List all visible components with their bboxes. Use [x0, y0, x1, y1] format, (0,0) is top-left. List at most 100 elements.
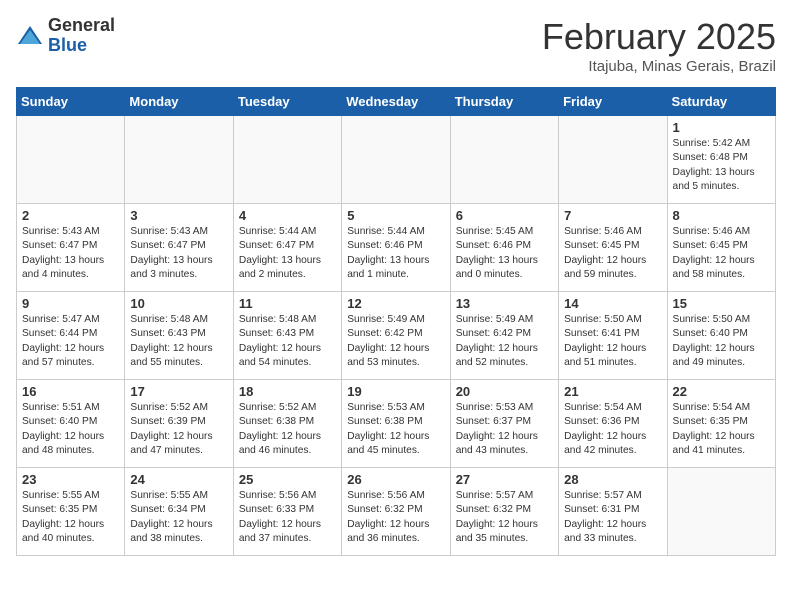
- calendar-cell: 21 Sunrise: 5:54 AM Sunset: 6:36 PM Dayli…: [559, 380, 667, 468]
- day-number: 24: [130, 472, 227, 487]
- calendar-cell: 9Sunrise: 5:47 AM Sunset: 6:44 PM Daylig…: [17, 292, 125, 380]
- calendar-cell: 23Sunrise: 5:55 AM Sunset: 6:35 PM Dayli…: [17, 468, 125, 556]
- day-info: Sunrise: 5:54 AM Sunset: 6:36 PM Dayligh…: [564, 401, 661, 458]
- calendar-week-4: 16 Sunrise: 5:51 AM Sunset: 6:40 PM Dayli…: [17, 380, 776, 468]
- day-info: Sunrise: 5:52 AM Sunset: 6:38 PM Dayligh…: [239, 401, 336, 458]
- calendar-cell: 11 Sunrise: 5:48 AM Sunset: 6:43 PM Dayli…: [233, 292, 341, 380]
- calendar-header-saturday: Saturday: [667, 88, 775, 116]
- calendar-cell: 5 Sunrise: 5:44 AM Sunset: 6:46 PM Daylig…: [342, 204, 450, 292]
- calendar-cell: 6Sunrise: 5:45 AM Sunset: 6:46 PM Daylig…: [450, 204, 558, 292]
- day-info: Sunrise: 5:56 AM Sunset: 6:33 PM Dayligh…: [239, 489, 336, 546]
- calendar-cell: 22 Sunrise: 5:54 AM Sunset: 6:35 PM Dayli…: [667, 380, 775, 468]
- calendar-cell: [667, 468, 775, 556]
- page-header: General Blue February 2025 Itajuba, Mina…: [16, 16, 776, 75]
- day-info: Sunrise: 5:46 AM Sunset: 6:45 PM Dayligh…: [564, 225, 661, 282]
- month-title: February 2025: [542, 16, 776, 58]
- calendar-cell: 26 Sunrise: 5:56 AM Sunset: 6:32 PM Dayli…: [342, 468, 450, 556]
- calendar-cell: 8Sunrise: 5:46 AM Sunset: 6:45 PM Daylig…: [667, 204, 775, 292]
- calendar-cell: 16 Sunrise: 5:51 AM Sunset: 6:40 PM Dayli…: [17, 380, 125, 468]
- logo: General Blue: [16, 16, 115, 56]
- day-number: 28: [564, 472, 661, 487]
- calendar-cell: [450, 116, 558, 204]
- calendar-cell: 1 Sunrise: 5:42 AM Sunset: 6:48 PM Daylig…: [667, 116, 775, 204]
- day-number: 13: [456, 296, 553, 311]
- calendar-header-tuesday: Tuesday: [233, 88, 341, 116]
- day-number: 27: [456, 472, 553, 487]
- day-number: 14: [564, 296, 661, 311]
- day-info: Sunrise: 5:51 AM Sunset: 6:40 PM Dayligh…: [22, 401, 119, 458]
- day-info: Sunrise: 5:54 AM Sunset: 6:35 PM Dayligh…: [673, 401, 770, 458]
- day-info: Sunrise: 5:45 AM Sunset: 6:46 PM Dayligh…: [456, 225, 553, 282]
- day-info: Sunrise: 5:55 AM Sunset: 6:34 PM Dayligh…: [130, 489, 227, 546]
- day-info: Sunrise: 5:53 AM Sunset: 6:37 PM Dayligh…: [456, 401, 553, 458]
- day-info: Sunrise: 5:46 AM Sunset: 6:45 PM Dayligh…: [673, 225, 770, 282]
- calendar-cell: [17, 116, 125, 204]
- day-info: Sunrise: 5:42 AM Sunset: 6:48 PM Dayligh…: [673, 137, 770, 194]
- day-number: 4: [239, 208, 336, 223]
- day-number: 20: [456, 384, 553, 399]
- calendar-week-3: 9Sunrise: 5:47 AM Sunset: 6:44 PM Daylig…: [17, 292, 776, 380]
- day-info: Sunrise: 5:52 AM Sunset: 6:39 PM Dayligh…: [130, 401, 227, 458]
- calendar-cell: 4 Sunrise: 5:44 AM Sunset: 6:47 PM Daylig…: [233, 204, 341, 292]
- day-number: 5: [347, 208, 444, 223]
- calendar-table: SundayMondayTuesdayWednesdayThursdayFrid…: [16, 87, 776, 556]
- calendar-header-friday: Friday: [559, 88, 667, 116]
- day-info: Sunrise: 5:57 AM Sunset: 6:31 PM Dayligh…: [564, 489, 661, 546]
- day-number: 1: [673, 120, 770, 135]
- day-number: 26: [347, 472, 444, 487]
- calendar-cell: 28 Sunrise: 5:57 AM Sunset: 6:31 PM Dayli…: [559, 468, 667, 556]
- calendar-cell: [342, 116, 450, 204]
- calendar-cell: 18 Sunrise: 5:52 AM Sunset: 6:38 PM Dayli…: [233, 380, 341, 468]
- day-number: 25: [239, 472, 336, 487]
- calendar-cell: 10 Sunrise: 5:48 AM Sunset: 6:43 PM Dayli…: [125, 292, 233, 380]
- day-number: 17: [130, 384, 227, 399]
- day-info: Sunrise: 5:50 AM Sunset: 6:40 PM Dayligh…: [673, 313, 770, 370]
- day-number: 22: [673, 384, 770, 399]
- calendar-cell: 2Sunrise: 5:43 AM Sunset: 6:47 PM Daylig…: [17, 204, 125, 292]
- location: Itajuba, Minas Gerais, Brazil: [542, 58, 776, 75]
- day-info: Sunrise: 5:49 AM Sunset: 6:42 PM Dayligh…: [347, 313, 444, 370]
- day-number: 9: [22, 296, 119, 311]
- calendar-header-wednesday: Wednesday: [342, 88, 450, 116]
- calendar-cell: 24 Sunrise: 5:55 AM Sunset: 6:34 PM Dayli…: [125, 468, 233, 556]
- day-number: 18: [239, 384, 336, 399]
- day-info: Sunrise: 5:43 AM Sunset: 6:47 PM Dayligh…: [22, 225, 119, 282]
- calendar-week-2: 2Sunrise: 5:43 AM Sunset: 6:47 PM Daylig…: [17, 204, 776, 292]
- day-number: 12: [347, 296, 444, 311]
- calendar-week-1: 1 Sunrise: 5:42 AM Sunset: 6:48 PM Daylig…: [17, 116, 776, 204]
- calendar-cell: 14 Sunrise: 5:50 AM Sunset: 6:41 PM Dayli…: [559, 292, 667, 380]
- day-info: Sunrise: 5:55 AM Sunset: 6:35 PM Dayligh…: [22, 489, 119, 546]
- day-number: 19: [347, 384, 444, 399]
- calendar-cell: 19 Sunrise: 5:53 AM Sunset: 6:38 PM Dayli…: [342, 380, 450, 468]
- calendar-header-thursday: Thursday: [450, 88, 558, 116]
- day-number: 3: [130, 208, 227, 223]
- calendar-header-monday: Monday: [125, 88, 233, 116]
- day-info: Sunrise: 5:44 AM Sunset: 6:47 PM Dayligh…: [239, 225, 336, 282]
- calendar-header-row: SundayMondayTuesdayWednesdayThursdayFrid…: [17, 88, 776, 116]
- day-number: 21: [564, 384, 661, 399]
- day-number: 10: [130, 296, 227, 311]
- calendar-cell: 3 Sunrise: 5:43 AM Sunset: 6:47 PM Daylig…: [125, 204, 233, 292]
- day-number: 7: [564, 208, 661, 223]
- day-info: Sunrise: 5:56 AM Sunset: 6:32 PM Dayligh…: [347, 489, 444, 546]
- day-number: 11: [239, 296, 336, 311]
- calendar-cell: 13 Sunrise: 5:49 AM Sunset: 6:42 PM Dayli…: [450, 292, 558, 380]
- calendar-cell: 25 Sunrise: 5:56 AM Sunset: 6:33 PM Dayli…: [233, 468, 341, 556]
- calendar-cell: [559, 116, 667, 204]
- calendar-header-sunday: Sunday: [17, 88, 125, 116]
- calendar-cell: 20 Sunrise: 5:53 AM Sunset: 6:37 PM Dayli…: [450, 380, 558, 468]
- day-info: Sunrise: 5:43 AM Sunset: 6:47 PM Dayligh…: [130, 225, 227, 282]
- day-info: Sunrise: 5:53 AM Sunset: 6:38 PM Dayligh…: [347, 401, 444, 458]
- day-info: Sunrise: 5:48 AM Sunset: 6:43 PM Dayligh…: [239, 313, 336, 370]
- calendar-cell: 7 Sunrise: 5:46 AM Sunset: 6:45 PM Daylig…: [559, 204, 667, 292]
- day-number: 15: [673, 296, 770, 311]
- day-info: Sunrise: 5:49 AM Sunset: 6:42 PM Dayligh…: [456, 313, 553, 370]
- day-info: Sunrise: 5:48 AM Sunset: 6:43 PM Dayligh…: [130, 313, 227, 370]
- day-info: Sunrise: 5:44 AM Sunset: 6:46 PM Dayligh…: [347, 225, 444, 282]
- day-number: 16: [22, 384, 119, 399]
- calendar-cell: 12 Sunrise: 5:49 AM Sunset: 6:42 PM Dayli…: [342, 292, 450, 380]
- calendar-cell: 15 Sunrise: 5:50 AM Sunset: 6:40 PM Dayli…: [667, 292, 775, 380]
- day-info: Sunrise: 5:50 AM Sunset: 6:41 PM Dayligh…: [564, 313, 661, 370]
- logo-text: General Blue: [48, 16, 115, 56]
- calendar-cell: 27Sunrise: 5:57 AM Sunset: 6:32 PM Dayli…: [450, 468, 558, 556]
